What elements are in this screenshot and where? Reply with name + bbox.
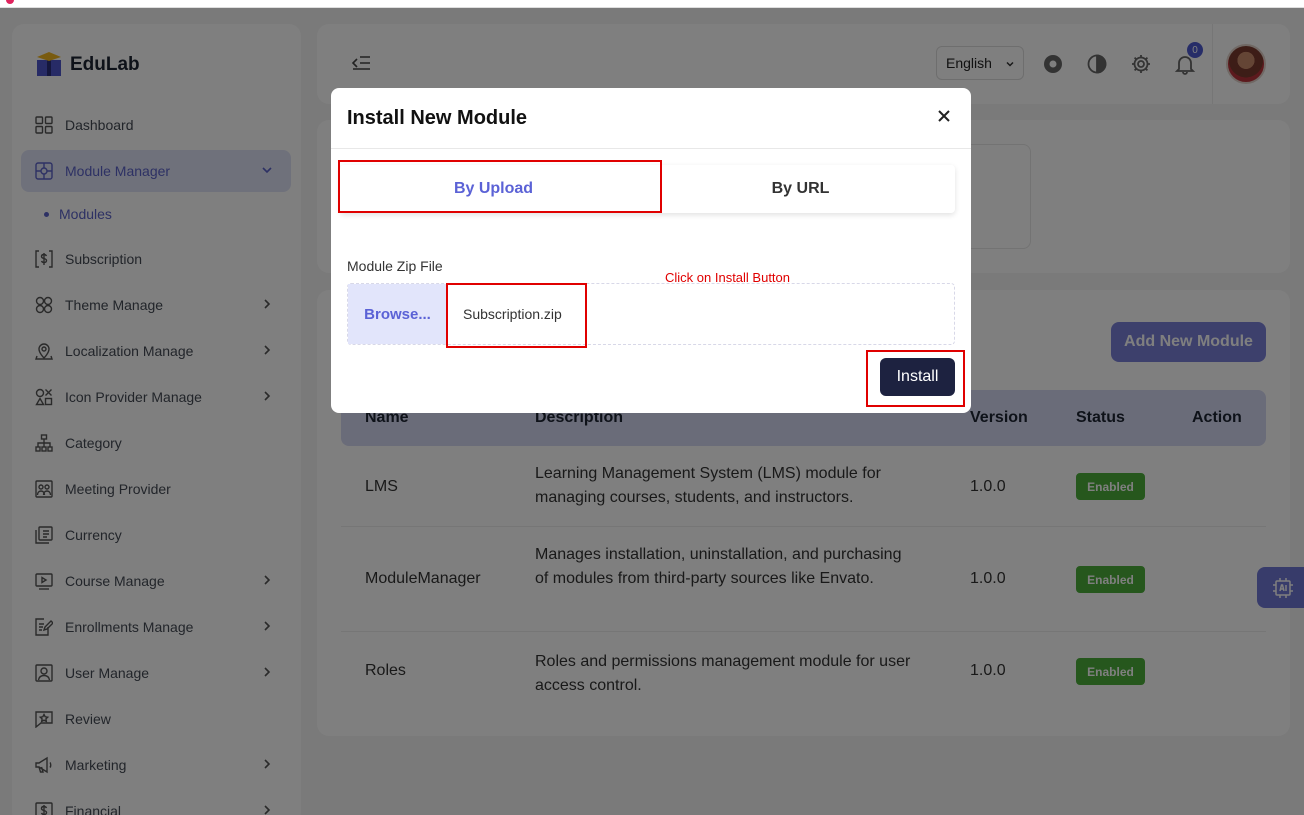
browse-button[interactable]: Browse... (348, 284, 447, 344)
modal-title: Install New Module (347, 107, 528, 129)
close-icon[interactable] (936, 108, 952, 124)
favicon-dot (6, 0, 14, 4)
module-zip-file-input[interactable]: Browse... Subscription.zip (347, 283, 955, 345)
tab-by-url[interactable]: By URL (647, 165, 954, 213)
browser-top-strip (0, 0, 1304, 8)
annotation-instruction: Click on Install Button (665, 270, 791, 285)
module-zip-label: Module Zip File (347, 258, 443, 274)
annotation-highlight-upload-tab (338, 160, 662, 213)
modal-divider (331, 148, 971, 149)
annotation-highlight-install-button (866, 350, 965, 407)
annotation-highlight-file-name (446, 283, 587, 348)
